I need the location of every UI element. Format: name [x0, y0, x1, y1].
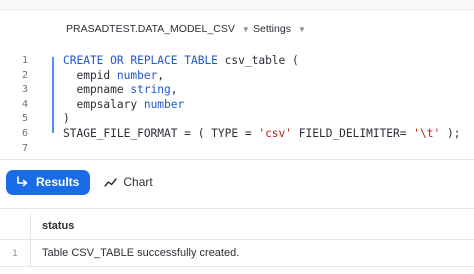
code-text: ): [63, 112, 70, 126]
row-number: 1: [0, 240, 31, 266]
code-text: FIELD_DELIMITER=: [292, 126, 414, 140]
code-text: csv_table (: [217, 54, 299, 67]
status-cell[interactable]: Table CSV_TABLE successfully created.: [42, 240, 239, 266]
chevron-down-icon: ▼: [241, 24, 250, 34]
trend-line-icon: [104, 177, 118, 188]
code-line: STAGE_FILE_FORMAT = ( TYPE = 'csv' FIELD…: [63, 127, 460, 142]
table-row[interactable]: 1 Table CSV_TABLE successfully created.: [0, 240, 474, 267]
active-statement-marker: [52, 57, 54, 133]
worksheet-toolbar: PRASADTEST.DATA_MODEL_CSV ▼ Settings ▼: [0, 18, 474, 40]
line-number: 7: [21, 142, 28, 154]
return-arrow-icon: [16, 176, 29, 188]
chevron-down-icon: ▼: [297, 24, 306, 34]
code-text: ,: [170, 83, 178, 97]
column-name: empname: [63, 83, 131, 97]
string-literal: 'csv': [258, 126, 293, 140]
column-header-status[interactable]: status: [42, 213, 74, 239]
sql-keyword: CREATE OR REPLACE TABLE: [63, 54, 218, 67]
code-line: empsalary number: [63, 98, 460, 113]
column-type: number: [116, 68, 158, 82]
code-line: empid number,: [63, 69, 460, 84]
line-number: 6: [21, 127, 28, 139]
line-number: 5: [21, 113, 28, 125]
database-schema-label: PRASADTEST.DATA_MODEL_CSV: [66, 23, 235, 35]
code-line: CREATE OR REPLACE TABLE csv_table (: [63, 54, 460, 69]
line-number: 4: [21, 98, 28, 110]
line-number: 1: [21, 55, 28, 66]
code-text: STAGE_FILE_FORMAT = ( TYPE =: [63, 126, 259, 140]
code-line: empname string,: [63, 83, 460, 98]
sql-editor[interactable]: 1 2 3 4 5 6 7 CREATE OR REPLACE TABLE cs…: [0, 54, 474, 154]
column-name: empsalary: [63, 97, 144, 111]
string-literal: '\t': [413, 126, 441, 140]
results-grid: status 1 Table CSV_TABLE successfully cr…: [0, 208, 474, 271]
tab-chart[interactable]: Chart: [104, 170, 153, 195]
code-text: );: [440, 126, 461, 140]
settings-label: Settings: [253, 23, 291, 35]
top-bar: [0, 0, 474, 10]
line-number: 3: [21, 84, 28, 96]
database-schema-selector[interactable]: PRASADTEST.DATA_MODEL_CSV ▼: [66, 18, 250, 40]
column-name: empid: [63, 68, 117, 82]
row-number-header: [0, 213, 31, 239]
result-tabs: Results Chart: [6, 169, 153, 195]
code-text: ,: [157, 68, 165, 82]
tab-chart-label: Chart: [123, 175, 153, 189]
results-header-row: status: [0, 213, 474, 240]
code-line: ): [63, 112, 460, 127]
line-number: 2: [21, 69, 28, 81]
editor-results-divider[interactable]: [0, 159, 474, 160]
tab-results[interactable]: Results: [6, 169, 91, 195]
settings-dropdown[interactable]: Settings ▼: [253, 18, 306, 40]
code-area[interactable]: CREATE OR REPLACE TABLE csv_table ( empi…: [63, 54, 460, 156]
line-number-gutter: 1 2 3 4 5 6 7: [0, 54, 40, 156]
column-type: string: [130, 83, 171, 97]
column-type: number: [143, 97, 185, 111]
tab-results-label: Results: [36, 175, 80, 189]
